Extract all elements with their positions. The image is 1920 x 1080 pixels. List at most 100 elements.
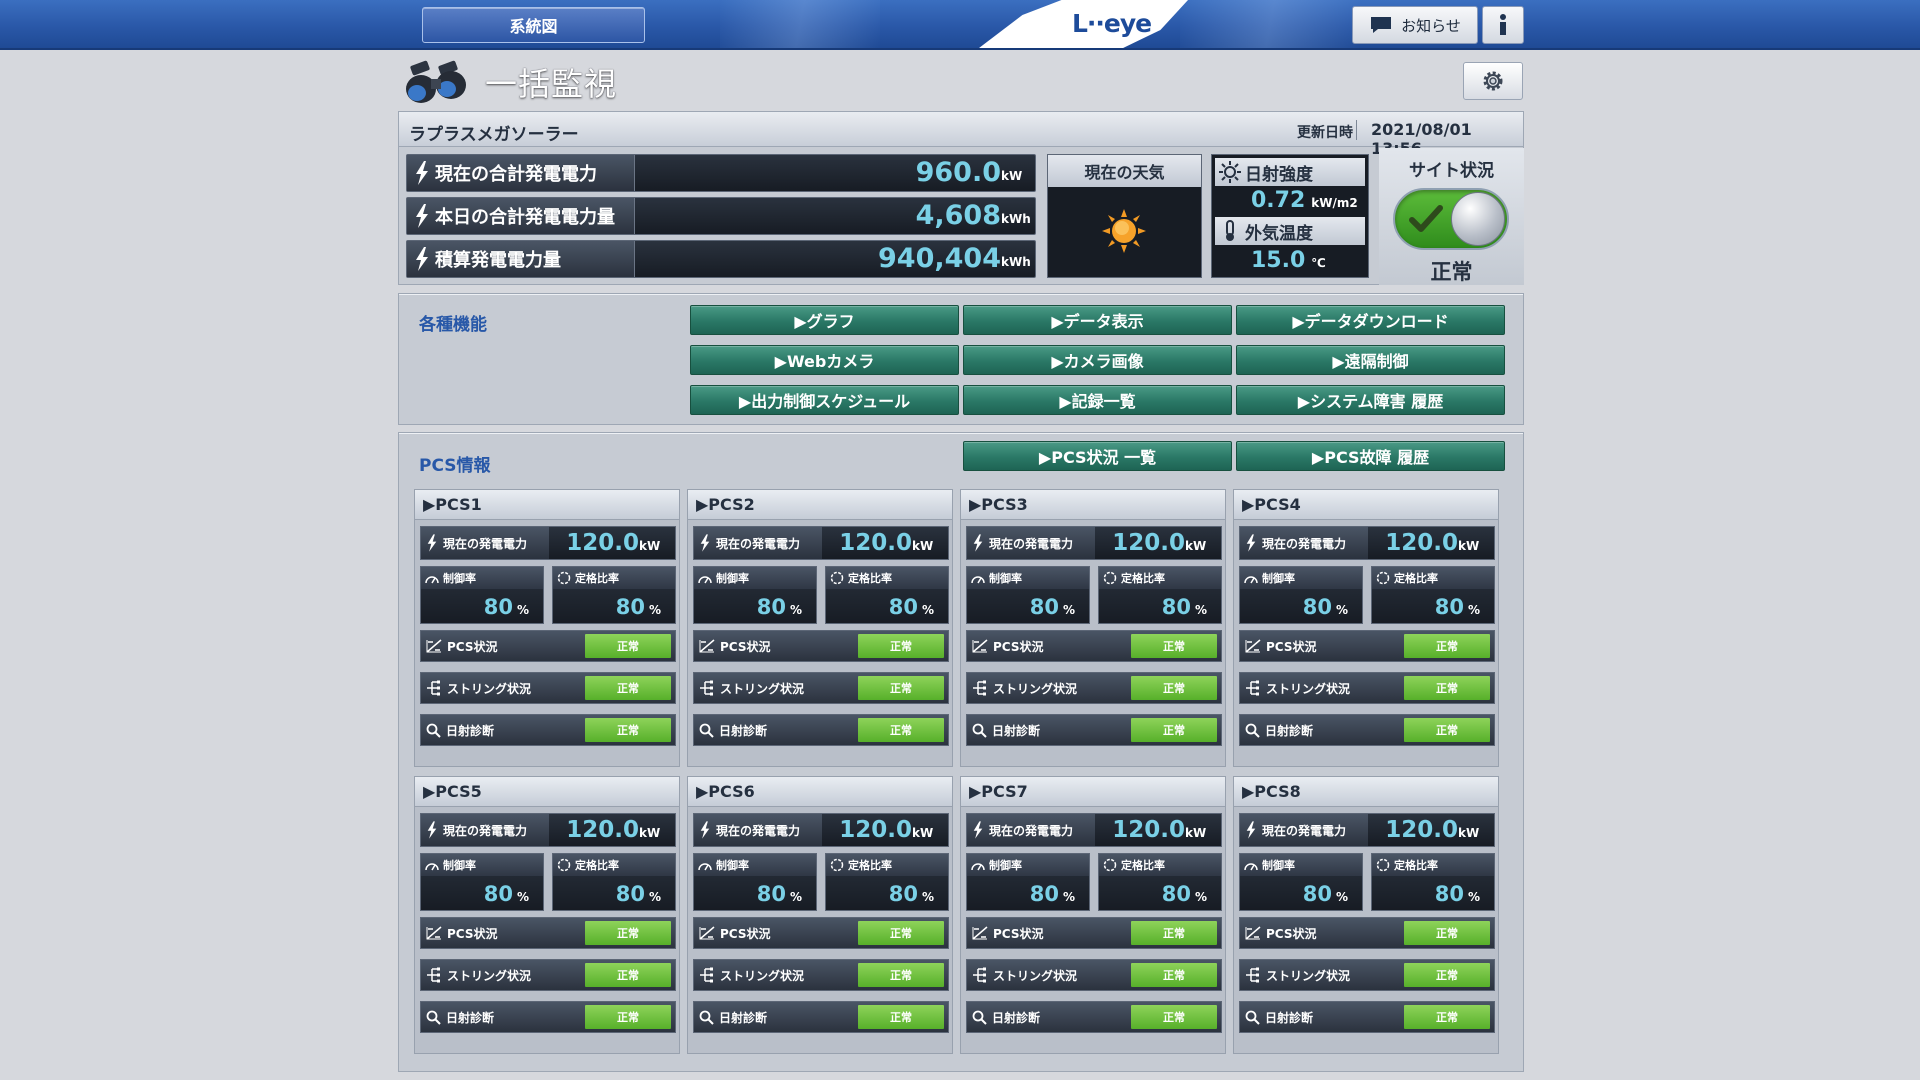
divider — [1356, 120, 1357, 140]
rated-ratio-value: 80 — [1434, 595, 1464, 619]
notice-button[interactable]: お知らせ — [1352, 6, 1478, 44]
pcs-power-unit: kW — [1185, 826, 1207, 840]
ratio-circle-icon — [1103, 571, 1117, 585]
ratio-circle-icon — [1376, 571, 1390, 585]
pcs-rated-ratio: 定格比率 80 % — [825, 566, 949, 624]
irradiance-diag-label: 日射診断 — [694, 1002, 858, 1032]
pcs-power-label: 現在の発電電力 — [421, 527, 549, 559]
temperature-label: 外気温度 — [1215, 217, 1365, 245]
pcs-control-rate: 制御率 80 % — [693, 566, 817, 624]
status-badge: 正常 — [585, 634, 671, 658]
pcs-power-label-text: 現在の発電電力 — [989, 823, 1074, 838]
pcs-card-5[interactable]: ▶PCS5 現在の発電電力 120.0 kW 制御率 80 % 定格比率 80 … — [414, 776, 680, 1054]
pcs-power: 現在の発電電力 120.0 kW — [966, 526, 1222, 560]
pcs-rated-ratio: 定格比率 80 % — [1098, 566, 1222, 624]
irradiance-diag-label: 日射診断 — [421, 1002, 585, 1032]
string-status-row: ストリング状況 正常 — [693, 672, 949, 704]
control-rate-value: 80 — [483, 882, 513, 906]
pcs-power-value: 120.0 — [839, 817, 912, 843]
pcs-status-list-button[interactable]: ▶PCS状況 一覧 — [963, 441, 1232, 471]
pcs-power-label-text: 現在の発電電力 — [443, 536, 528, 551]
pcs-control-rate: 制御率 80 % — [1239, 853, 1363, 911]
gauge-icon — [1244, 576, 1258, 584]
pcs-power: 現在の発電電力 120.0 kW — [1239, 813, 1495, 847]
status-badge: 正常 — [1404, 963, 1490, 987]
logo: L··eye — [1072, 9, 1152, 38]
site-status-label: サイト状況 — [1409, 161, 1494, 181]
string-status-label-text: ストリング状況 — [720, 681, 805, 696]
lightning-icon — [1246, 821, 1256, 839]
control-rate-unit: % — [1336, 603, 1349, 617]
pcs-card-3[interactable]: ▶PCS3 現在の発電電力 120.0 kW 制御率 80 % 定格比率 80 … — [960, 489, 1226, 767]
pcs-card-2[interactable]: ▶PCS2 現在の発電電力 120.0 kW 制御率 80 % 定格比率 80 … — [687, 489, 953, 767]
pcs-power-unit: kW — [639, 539, 661, 553]
pcs-card-8[interactable]: ▶PCS8 現在の発電電力 120.0 kW 制御率 80 % 定格比率 80 … — [1233, 776, 1499, 1054]
status-badge: 正常 — [1131, 921, 1217, 945]
gear-icon — [1483, 71, 1503, 91]
pcs-power-value: 120.0 — [1112, 817, 1185, 843]
pcs-fault-history-button[interactable]: ▶PCS故障 履歴 — [1236, 441, 1505, 471]
control-rate-label: 制御率 — [421, 854, 543, 876]
pcs-power: 現在の発電電力 120.0 kW — [693, 526, 949, 560]
data-display-button[interactable]: ▶データ表示 — [963, 305, 1232, 335]
status-badge: 正常 — [1404, 676, 1490, 700]
string-status-label: ストリング状況 — [967, 673, 1131, 703]
string-status-row: ストリング状況 正常 — [966, 959, 1222, 991]
pcs-card-4[interactable]: ▶PCS4 現在の発電電力 120.0 kW 制御率 80 % 定格比率 80 … — [1233, 489, 1499, 767]
control-rate-label-text: 制御率 — [716, 572, 749, 585]
status-badge: 正常 — [585, 921, 671, 945]
site-status: サイト状況 正常 — [1379, 148, 1524, 285]
pcs-card-1[interactable]: ▶PCS1 現在の発電電力 120.0 kW 制御率 80 % 定格比率 80 … — [414, 489, 680, 767]
string-icon — [700, 680, 713, 696]
pcs-power-label-text: 現在の発電電力 — [989, 536, 1074, 551]
lightning-icon — [416, 247, 428, 271]
remote-control-button[interactable]: ▶遠隔制御 — [1236, 345, 1505, 375]
lightning-icon — [973, 534, 983, 552]
webcam-button[interactable]: ▶Webカメラ — [690, 345, 959, 375]
irradiance-diag-label: 日射診断 — [967, 715, 1131, 745]
pcs-status-row: PCS状況 正常 — [966, 917, 1222, 949]
settings-button[interactable] — [1463, 62, 1523, 100]
pcs-status-label-text: PCS状況 — [720, 926, 771, 941]
string-status-row: ストリング状況 正常 — [693, 959, 949, 991]
topbar-decoration — [1180, 0, 1360, 48]
pcs-icon — [699, 639, 715, 653]
system-fault-history-button[interactable]: ▶システム障害 履歴 — [1236, 385, 1505, 415]
pcs-rated-ratio: 定格比率 80 % — [1371, 853, 1495, 911]
control-rate-value: 80 — [1302, 882, 1332, 906]
info-button[interactable] — [1482, 6, 1524, 44]
control-rate-unit: % — [517, 890, 530, 904]
output-schedule-button[interactable]: ▶出力制御スケジュール — [690, 385, 959, 415]
temperature-number: 15.0 — [1251, 248, 1306, 273]
pcs-rated-ratio: 定格比率 80 % — [552, 853, 676, 911]
record-list-button[interactable]: ▶記録一覧 — [963, 385, 1232, 415]
string-status-label-text: ストリング状況 — [993, 681, 1078, 696]
pcs-name: ▶PCS2 — [688, 490, 952, 520]
camera-image-button[interactable]: ▶カメラ画像 — [963, 345, 1232, 375]
gauge-icon — [971, 863, 985, 871]
pcs-name: ▶PCS3 — [961, 490, 1225, 520]
pcs-card-7[interactable]: ▶PCS7 現在の発電電力 120.0 kW 制御率 80 % 定格比率 80 … — [960, 776, 1226, 1054]
pcs-name: ▶PCS4 — [1234, 490, 1498, 520]
string-status-label-text: ストリング状況 — [447, 968, 532, 983]
gauge-icon — [698, 863, 712, 871]
pcs-card-6[interactable]: ▶PCS6 現在の発電電力 120.0 kW 制御率 80 % 定格比率 80 … — [687, 776, 953, 1054]
status-badge: 正常 — [1404, 1005, 1490, 1029]
string-status-label: ストリング状況 — [421, 960, 585, 990]
string-status-label: ストリング状況 — [694, 960, 858, 990]
rated-ratio-value: 80 — [1161, 595, 1191, 619]
control-rate-unit: % — [1336, 890, 1349, 904]
magnifier-icon — [1245, 1010, 1260, 1025]
status-badge: 正常 — [1131, 676, 1217, 700]
data-download-button[interactable]: ▶データダウンロード — [1236, 305, 1505, 335]
pcs-power: 現在の発電電力 120.0 kW — [693, 813, 949, 847]
functions-title: 各種機能 — [419, 315, 487, 335]
gauge-icon — [425, 863, 439, 871]
system-diagram-button[interactable]: 系統図 — [422, 7, 645, 43]
string-status-row: ストリング状況 正常 — [1239, 672, 1495, 704]
graph-button[interactable]: ▶グラフ — [690, 305, 959, 335]
rated-ratio-label: 定格比率 — [1372, 567, 1494, 589]
irradiance-diag-row: 日射診断 正常 — [693, 714, 949, 746]
control-rate-value: 80 — [1029, 882, 1059, 906]
pcs-name: ▶PCS1 — [415, 490, 679, 520]
